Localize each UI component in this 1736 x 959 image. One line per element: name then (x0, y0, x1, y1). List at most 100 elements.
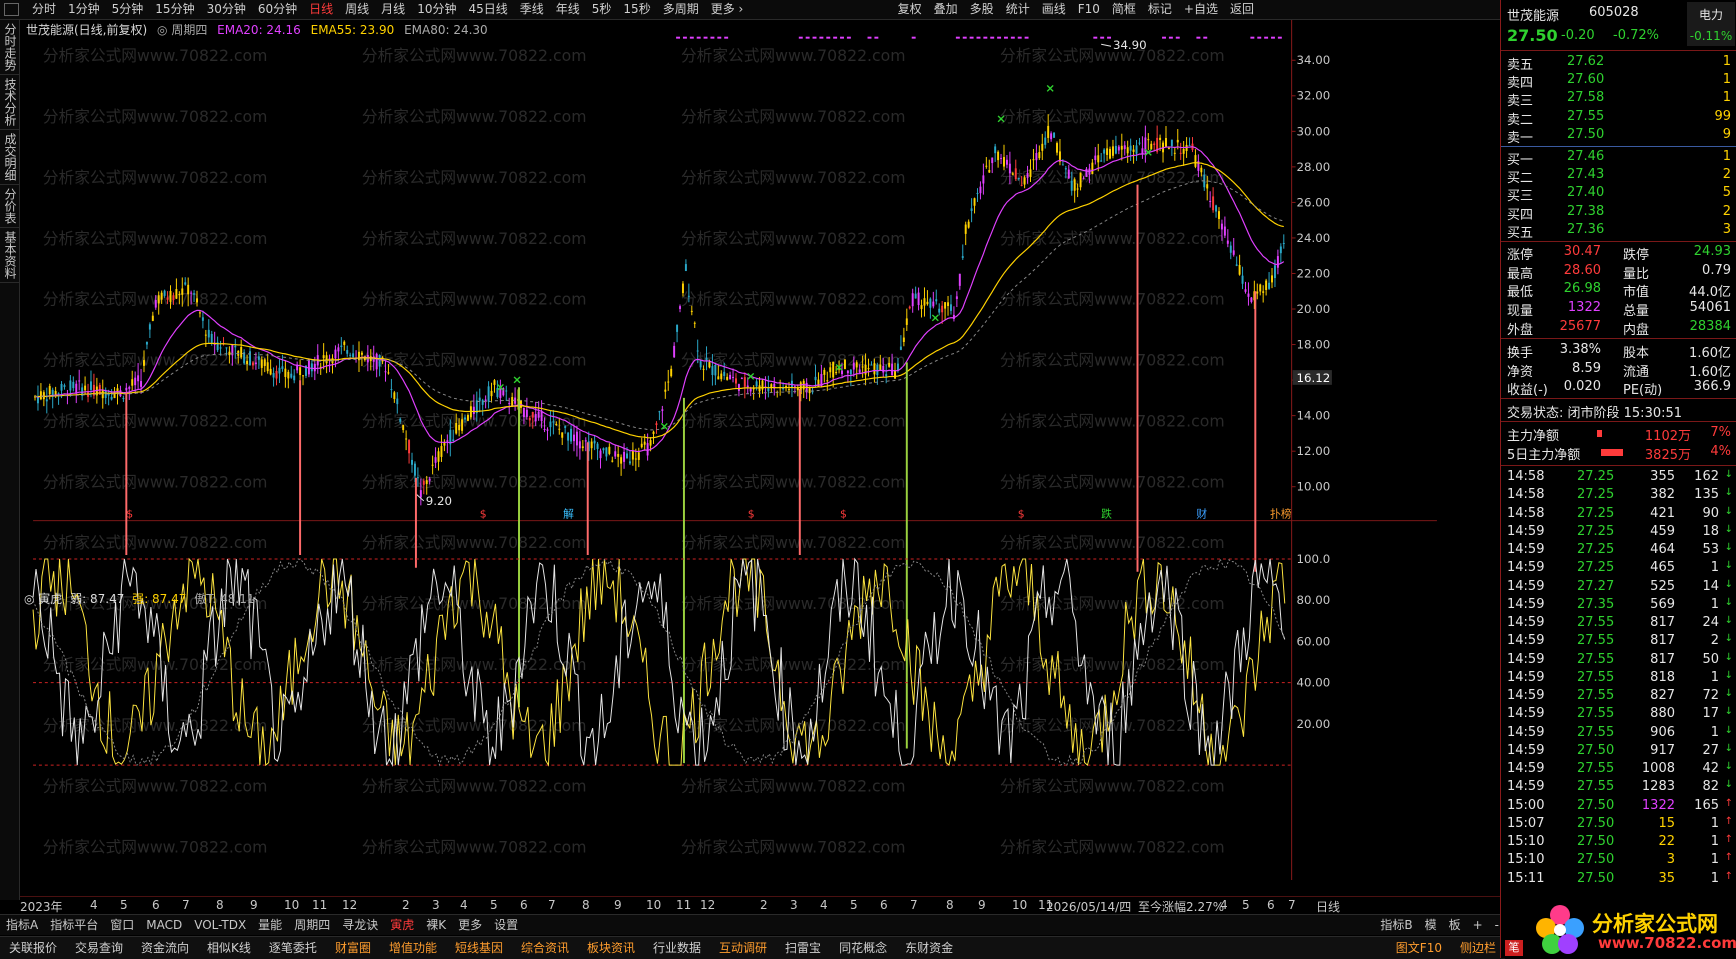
tick-price: 27.55 (1577, 779, 1615, 795)
event-marker[interactable]: 跌 (1101, 508, 1112, 521)
chart-tool-9[interactable]: 返回 (1224, 0, 1260, 19)
chart-tool-3[interactable]: 统计 (1000, 0, 1036, 19)
event-marker[interactable]: $ (840, 508, 847, 521)
period-tab-10[interactable]: 45日线 (462, 0, 513, 19)
function-button-0[interactable]: 关联报价 (0, 937, 66, 959)
function-button-3[interactable]: 相似K线 (198, 937, 260, 959)
tick-count: 17 (1702, 706, 1719, 722)
period-tab-2[interactable]: 5分钟 (106, 0, 150, 19)
function-button-4[interactable]: 逐笔委托 (260, 937, 326, 959)
function-button-14[interactable]: 东财资金 (896, 937, 962, 959)
down-arrow-icon: ↓ (1724, 633, 1733, 645)
event-marker[interactable]: $ (748, 508, 755, 521)
function-button-1[interactable]: 交易查询 (66, 937, 132, 959)
indicator-tab-8[interactable]: 寅虎 (384, 915, 420, 935)
period-tab-1[interactable]: 1分钟 (62, 0, 106, 19)
function-button-5[interactable]: 财富圈 (326, 937, 380, 959)
period-tab-7[interactable]: 周线 (339, 0, 375, 19)
period-tab-4[interactable]: 30分钟 (201, 0, 252, 19)
function-button-12[interactable]: 扫雷宝 (776, 937, 830, 959)
left-tab-1[interactable]: 技术分析 (0, 75, 19, 130)
candle-body (929, 298, 932, 308)
function-button-11[interactable]: 互动调研 (710, 937, 776, 959)
candle-body (322, 355, 325, 359)
strong-value: 强: 87.47 (132, 592, 187, 606)
event-marker[interactable]: 财 (1196, 508, 1207, 521)
indicator-tab-2[interactable]: 窗口 (104, 915, 140, 935)
chart-tool-4[interactable]: 画线 (1036, 0, 1072, 19)
price-axis-label: 24.00 (1297, 231, 1331, 245)
indicator-tab-3[interactable]: MACD (140, 915, 188, 935)
period-tab-16[interactable]: 更多 › (705, 0, 750, 19)
indicator-tab-0[interactable]: 指标A (0, 915, 44, 935)
indicator-right-tab-3[interactable]: + (1467, 915, 1489, 935)
chart-tool-5[interactable]: F10 (1072, 0, 1106, 19)
candle-body (148, 324, 151, 330)
chart-tool-2[interactable]: 多股 (964, 0, 1000, 19)
indicator-right-tab-0[interactable]: 指标B (1374, 915, 1418, 935)
candle-body (991, 157, 994, 164)
function-button-10[interactable]: 行业数据 (644, 937, 710, 959)
function-button-13[interactable]: 同花概念 (830, 937, 896, 959)
kline-chart[interactable]: 分析家公式网www.70822.com 分析家公式网www.70822.com 分析… (20, 20, 1450, 880)
event-marker[interactable]: $ (480, 508, 487, 521)
function-button-2[interactable]: 资金流向 (132, 937, 198, 959)
period-tab-0[interactable]: 分时 (26, 0, 62, 19)
signal-dash (1277, 36, 1282, 39)
indicator-right-tab-2[interactable]: 板 (1443, 915, 1467, 935)
watermark-text: 分析家公式网www.70822.com (1000, 290, 1225, 309)
period-indicator[interactable]: ◎ 周期四 (157, 23, 207, 37)
period-tab-14[interactable]: 15秒 (617, 0, 656, 19)
left-tab-0[interactable]: 分时走势 (0, 20, 19, 75)
period-tab-8[interactable]: 月线 (375, 0, 411, 19)
signal-dash (1093, 36, 1098, 39)
candle-body (561, 432, 564, 438)
indicator-tab-6[interactable]: 周期四 (288, 915, 336, 935)
indicator-tab-7[interactable]: 寻龙诀 (336, 915, 384, 935)
layout-toggle-icon[interactable] (4, 3, 19, 16)
price-axis-label: 34.00 (1297, 53, 1331, 67)
event-marker[interactable]: 扑榜 (1270, 508, 1292, 521)
left-tab-4[interactable]: 基本资料 (0, 228, 19, 283)
indicator-tab-4[interactable]: VOL-TDX (188, 915, 252, 935)
indicator-tab-5[interactable]: 量能 (252, 915, 288, 935)
watermark-text: 分析家公式网www.70822.com (1000, 533, 1225, 552)
indicator-tab-11[interactable]: 设置 (488, 915, 524, 935)
chart-tool-1[interactable]: 叠加 (928, 0, 964, 19)
indicator-tab-10[interactable]: 更多 (452, 915, 488, 935)
candle-body (876, 365, 879, 376)
function-button-9[interactable]: 板块资讯 (578, 937, 644, 959)
function-button-6[interactable]: 增值功能 (380, 937, 446, 959)
period-tab-6[interactable]: 日线 (303, 0, 339, 19)
date-axis-label: 6 (152, 898, 160, 912)
candle-body (1132, 149, 1135, 152)
indicator-tab-9[interactable]: 裸K (420, 915, 452, 935)
chart-tool-7[interactable]: 标记 (1142, 0, 1178, 19)
period-tab-13[interactable]: 5秒 (586, 0, 618, 19)
period-tab-9[interactable]: 10分钟 (411, 0, 462, 19)
function-right-button-1[interactable]: 侧边栏 (1451, 937, 1505, 959)
event-marker[interactable]: $ (1018, 508, 1025, 521)
period-tab-12[interactable]: 年线 (550, 0, 586, 19)
down-arrow-icon: ↓ (1724, 487, 1733, 499)
period-tab-5[interactable]: 60分钟 (252, 0, 303, 19)
tick-time: 15:11 (1507, 870, 1545, 886)
indicator-tab-1[interactable]: 指标平台 (44, 915, 104, 935)
function-button-7[interactable]: 短线基因 (446, 937, 512, 959)
event-marker[interactable]: 解 (563, 508, 574, 521)
period-tab-11[interactable]: 季线 (514, 0, 550, 19)
left-tab-2[interactable]: 成交明细 (0, 130, 19, 185)
function-right-button-0[interactable]: 图文F10 (1387, 937, 1451, 959)
chart-tool-6[interactable]: 简框 (1106, 0, 1142, 19)
ask-price: 27.62 (1567, 54, 1605, 69)
indicator-right-tab-1[interactable]: 模 (1419, 915, 1443, 935)
chart-tool-0[interactable]: 复权 (892, 0, 928, 19)
price-axis-label: 26.00 (1297, 195, 1331, 209)
period-tab-15[interactable]: 多周期 (657, 0, 705, 19)
left-tab-3[interactable]: 分价表 (0, 185, 19, 228)
function-button-8[interactable]: 综合资讯 (512, 937, 578, 959)
chart-tool-8[interactable]: +自选 (1178, 0, 1224, 19)
event-marker[interactable]: $ (126, 508, 133, 521)
signal-dash (840, 36, 844, 39)
period-tab-3[interactable]: 15分钟 (149, 0, 200, 19)
